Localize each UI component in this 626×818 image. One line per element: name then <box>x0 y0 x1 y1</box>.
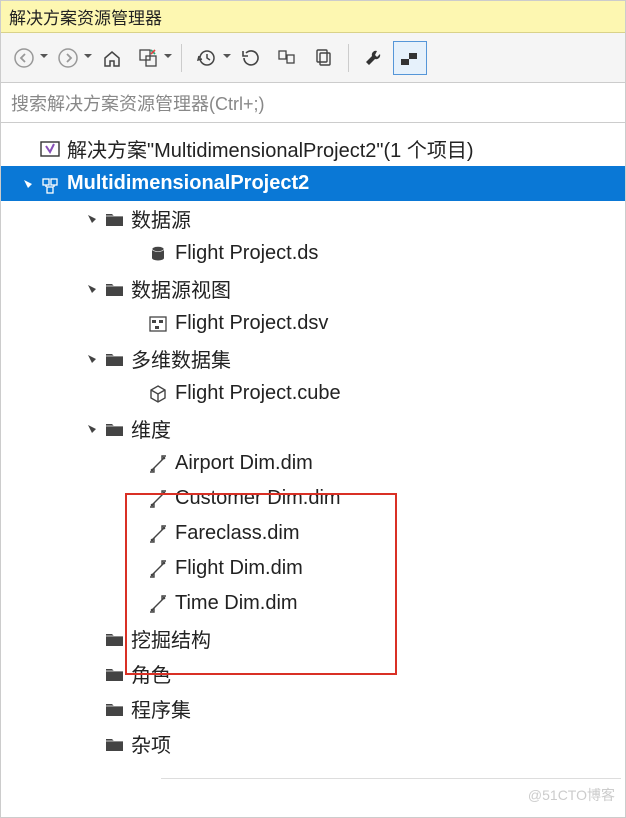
dimension-icon <box>145 593 171 615</box>
refresh-button[interactable] <box>234 41 268 75</box>
preview-selected-button[interactable] <box>393 41 427 75</box>
search-input[interactable]: 搜索解决方案资源管理器(Ctrl+;) <box>1 83 625 123</box>
expander-icon[interactable] <box>19 178 37 190</box>
toolbar <box>1 33 625 83</box>
dimension-item[interactable]: Airport Dim.dim <box>1 446 625 481</box>
item-label: Flight Project.dsv <box>171 312 328 335</box>
item-label: Fareclass.dim <box>171 522 299 545</box>
project-label: MultidimensionalProject2 <box>63 172 309 195</box>
folder-label: 多维数据集 <box>127 344 231 373</box>
back-dropdown[interactable] <box>39 41 49 75</box>
separator <box>181 44 182 72</box>
forward-button[interactable] <box>51 41 85 75</box>
folder-icon <box>101 663 127 685</box>
folder-dsv[interactable]: 数据源视图 <box>1 271 625 306</box>
solution-tree: 解决方案"MultidimensionalProject2"(1 个项目) Mu… <box>1 123 625 761</box>
search-placeholder: 搜索解决方案资源管理器(Ctrl+;) <box>11 90 265 116</box>
show-all-files-button[interactable] <box>306 41 340 75</box>
dimension-icon <box>145 453 171 475</box>
item-label: Airport Dim.dim <box>171 452 313 475</box>
cube-item[interactable]: Flight Project.cube <box>1 376 625 411</box>
folder-icon <box>101 733 127 755</box>
pending-changes-button[interactable] <box>190 41 224 75</box>
solution-label: 解决方案"MultidimensionalProject2"(1 个项目) <box>63 134 474 163</box>
folder-data-sources[interactable]: 数据源 <box>1 201 625 236</box>
folder-label: 数据源 <box>127 204 191 233</box>
solution-icon <box>37 138 63 160</box>
item-label: Flight Project.ds <box>171 242 318 265</box>
forward-dropdown[interactable] <box>83 41 93 75</box>
watermark: @51CTO博客 <box>528 785 615 805</box>
folder-cubes[interactable]: 多维数据集 <box>1 341 625 376</box>
dsv-icon <box>145 313 171 335</box>
cube-icon <box>145 383 171 405</box>
folder-icon <box>101 628 127 650</box>
data-source-item[interactable]: Flight Project.ds <box>1 236 625 271</box>
folder-icon <box>101 208 127 230</box>
folder-label: 杂项 <box>127 729 171 758</box>
project-node[interactable]: MultidimensionalProject2 <box>1 166 625 201</box>
footer-divider <box>161 778 621 779</box>
dimension-icon <box>145 523 171 545</box>
folder-mining[interactable]: 挖掘结构 <box>1 621 625 656</box>
item-label: Flight Project.cube <box>171 382 341 405</box>
dimension-icon <box>145 558 171 580</box>
folder-dimensions[interactable]: 维度 <box>1 411 625 446</box>
database-icon <box>145 243 171 265</box>
home-button[interactable] <box>95 41 129 75</box>
expander-icon[interactable] <box>83 213 101 225</box>
properties-button[interactable] <box>357 41 391 75</box>
folder-label: 程序集 <box>127 694 191 723</box>
folder-misc[interactable]: 杂项 <box>1 726 625 761</box>
folder-icon <box>101 348 127 370</box>
solution-node[interactable]: 解决方案"MultidimensionalProject2"(1 个项目) <box>1 131 625 166</box>
folder-icon <box>101 278 127 300</box>
panel-title: 解决方案资源管理器 <box>1 1 625 33</box>
dimension-icon <box>145 488 171 510</box>
project-icon <box>37 173 63 195</box>
dsv-item[interactable]: Flight Project.dsv <box>1 306 625 341</box>
item-label: Flight Dim.dim <box>171 557 303 580</box>
panel-title-text: 解决方案资源管理器 <box>9 4 162 29</box>
item-label: Customer Dim.dim <box>171 487 341 510</box>
back-button[interactable] <box>7 41 41 75</box>
dimension-item[interactable]: Fareclass.dim <box>1 516 625 551</box>
dimension-item[interactable]: Time Dim.dim <box>1 586 625 621</box>
pending-dropdown[interactable] <box>222 41 232 75</box>
folder-assemblies[interactable]: 程序集 <box>1 691 625 726</box>
item-label: Time Dim.dim <box>171 592 298 615</box>
expander-icon[interactable] <box>83 353 101 365</box>
folder-icon <box>101 698 127 720</box>
expander-icon[interactable] <box>83 423 101 435</box>
folder-roles[interactable]: 角色 <box>1 656 625 691</box>
expander-icon[interactable] <box>83 283 101 295</box>
folder-label: 挖掘结构 <box>127 624 211 653</box>
folder-label: 角色 <box>127 659 171 688</box>
scope-button[interactable] <box>131 41 165 75</box>
dimension-item[interactable]: Flight Dim.dim <box>1 551 625 586</box>
separator <box>348 44 349 72</box>
folder-icon <box>101 418 127 440</box>
scope-dropdown[interactable] <box>163 41 173 75</box>
dimension-item[interactable]: Customer Dim.dim <box>1 481 625 516</box>
collapse-all-button[interactable] <box>270 41 304 75</box>
folder-label: 数据源视图 <box>127 274 231 303</box>
folder-label: 维度 <box>127 414 171 443</box>
